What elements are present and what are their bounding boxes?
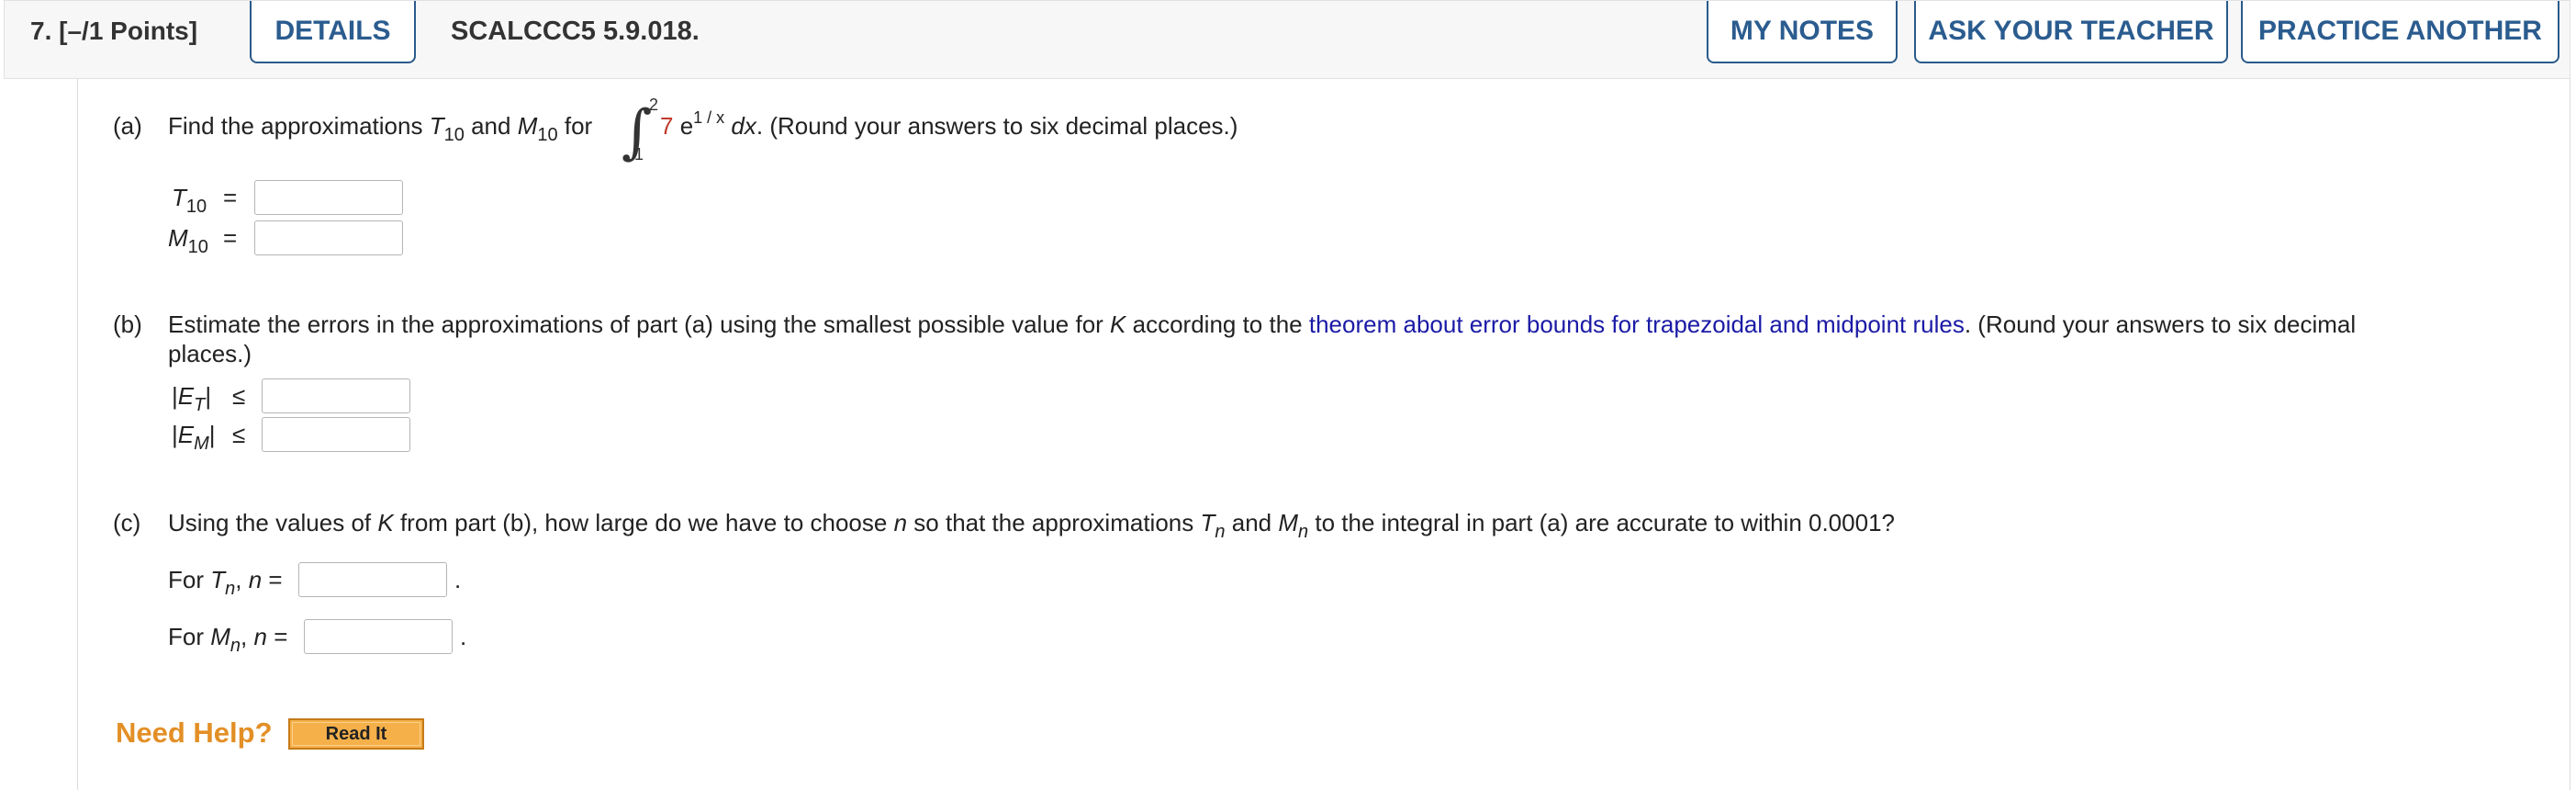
read-it-button[interactable]: Read It [288, 718, 424, 750]
tn-label: For Tn, n = [168, 566, 283, 599]
part-a-marker: (a) [113, 112, 142, 140]
t10-label: T10 [172, 184, 207, 217]
t10-input[interactable] [254, 180, 403, 215]
m10-equals: = [223, 224, 238, 252]
error-bounds-theorem-link[interactable]: theorem about error bounds for trapezoid… [1309, 310, 1965, 338]
ask-your-teacher-button[interactable]: ASK YOUR TEACHER [1914, 1, 2228, 63]
my-notes-button[interactable]: MY NOTES [1707, 1, 1898, 63]
question-header: 7. [–/1 Points] DETAILS SCALCCC5 5.9.018… [4, 0, 2570, 79]
exponent: 1 / x [693, 108, 725, 127]
t10-equals: = [223, 184, 238, 211]
integrand: 7 e1 / x dx. (Round your answers to six … [660, 108, 1238, 140]
points-label: [–/1 Points] [59, 17, 198, 45]
mn-label: For Mn, n = [168, 623, 288, 656]
em-input[interactable] [262, 417, 410, 452]
practice-another-button[interactable]: PRACTICE ANOTHER [2241, 1, 2559, 63]
m10-input[interactable] [254, 220, 403, 255]
part-c-prompt: Using the values of K from part (b), how… [168, 509, 1895, 542]
question-id: SCALCCC5 5.9.018. [451, 17, 700, 46]
coefficient: 7 [660, 112, 674, 140]
tn-input[interactable] [298, 562, 447, 597]
question-number: 7. [30, 17, 52, 45]
integral-lower-limit: 1 [634, 145, 644, 164]
et-label: |ET| [172, 382, 212, 415]
mn-input[interactable] [304, 619, 453, 654]
need-help-label: Need Help? [116, 717, 273, 749]
details-button[interactable]: DETAILS [250, 1, 416, 63]
tn-period: . [454, 566, 462, 593]
part-b-prompt: Estimate the errors in the approximation… [168, 310, 2357, 338]
integral-upper-limit: 2 [649, 96, 659, 114]
em-leq: ≤ [232, 421, 246, 448]
part-a-prompt: Find the approximations T10 and M10 for [168, 112, 593, 145]
mn-period: . [460, 623, 467, 650]
em-label: |EM| [172, 421, 216, 454]
part-b-marker: (b) [113, 310, 142, 338]
question-content: (a) Find the approximations T10 and M10 … [77, 79, 2570, 790]
part-c-marker: (c) [113, 509, 141, 536]
et-input[interactable] [262, 378, 410, 413]
m10-label: M10 [168, 224, 208, 257]
question-number-points: 7. [–/1 Points] [30, 17, 197, 46]
et-leq: ≤ [232, 382, 246, 410]
part-b-prompt-line2: places.) [168, 340, 252, 367]
